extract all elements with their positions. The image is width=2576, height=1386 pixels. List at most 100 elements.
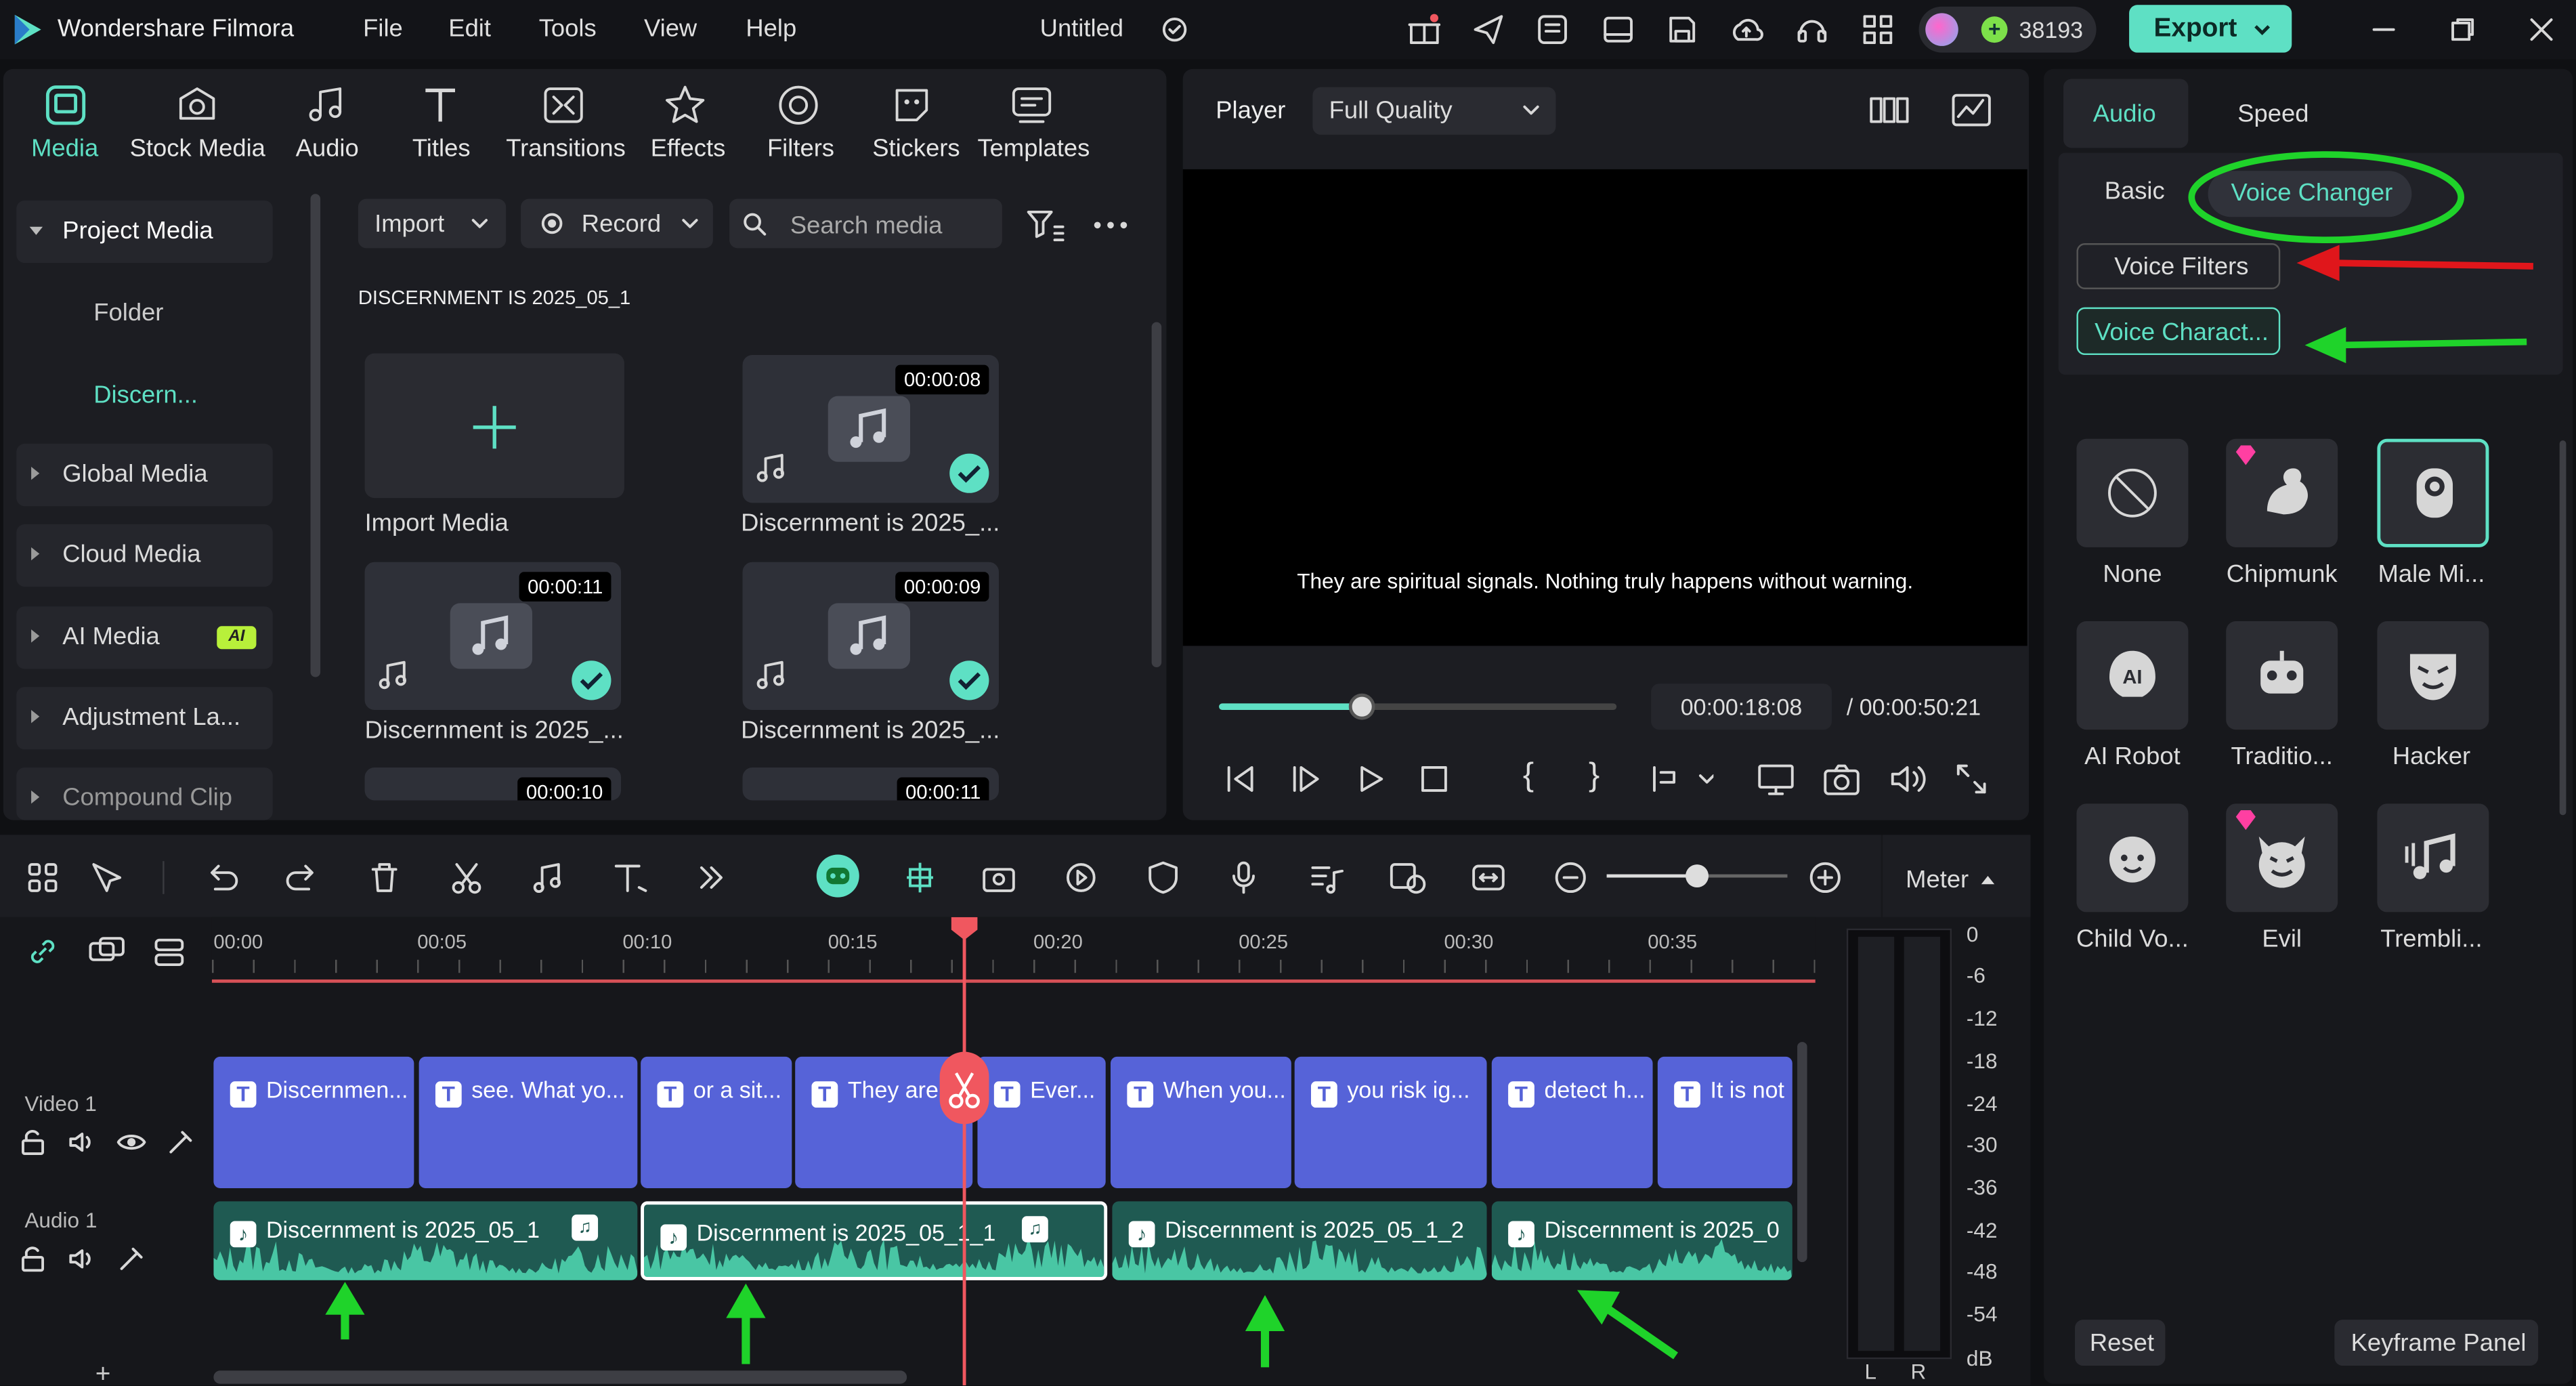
menu-help[interactable]: Help: [746, 15, 796, 43]
track-effect-icon[interactable]: [166, 1127, 196, 1157]
minimize-icon[interactable]: [2369, 15, 2399, 45]
templates-icon[interactable]: [1009, 82, 1055, 128]
next-frame-icon[interactable]: [1288, 763, 1324, 796]
tab-stock-media[interactable]: Stock Media: [130, 135, 265, 163]
playhead-split-scissors-icon[interactable]: [939, 1051, 989, 1125]
audio-edit-icon[interactable]: [529, 860, 565, 896]
track-effect-icon[interactable]: [116, 1244, 146, 1274]
sidebar-item-project-media[interactable]: Project Media: [16, 200, 273, 264]
menu-tools[interactable]: Tools: [539, 15, 597, 43]
meter-header[interactable]: Meter: [1883, 835, 2031, 917]
voice-ai-robot[interactable]: AI: [2076, 621, 2189, 730]
mute-icon[interactable]: [67, 1127, 97, 1157]
send-icon[interactable]: [1470, 12, 1506, 47]
close-icon[interactable]: [2527, 15, 2556, 45]
layout-grid-icon[interactable]: [24, 860, 60, 896]
sidebar-item-cloud-media[interactable]: Cloud Media: [16, 524, 273, 587]
mute-icon[interactable]: [67, 1244, 97, 1274]
subtab-basic[interactable]: Basic: [2105, 177, 2165, 205]
mark-out-icon[interactable]: }: [1589, 757, 1600, 795]
fit-width-icon[interactable]: [1470, 860, 1506, 896]
zoom-slider[interactable]: [1606, 864, 1788, 888]
credits-pill[interactable]: + 38193: [1918, 6, 2097, 53]
more-tools-icon[interactable]: [693, 860, 729, 896]
voice-traditional-robot[interactable]: [2226, 621, 2338, 730]
headset-icon[interactable]: [1794, 12, 1830, 47]
insert-icon[interactable]: [1648, 763, 1714, 796]
audio-icon[interactable]: [304, 82, 350, 128]
waveform-monitor-icon[interactable]: [1950, 92, 1993, 128]
subtab-voice-changer[interactable]: Voice Changer: [2208, 171, 2412, 217]
apps-grid-icon[interactable]: [1860, 12, 1895, 47]
media-item[interactable]: 00:00:09: [742, 562, 1000, 711]
delete-icon[interactable]: [366, 860, 402, 896]
video-clip[interactable]: T When you...: [1110, 1056, 1291, 1188]
notes-icon[interactable]: [1534, 12, 1570, 47]
tab-filters[interactable]: Filters: [767, 135, 834, 163]
audio-clip[interactable]: ♪ Discernment is 2025_05_1_2: [1112, 1201, 1487, 1280]
auto-highlight-icon[interactable]: [1388, 860, 1427, 896]
transitions-icon[interactable]: [540, 82, 586, 128]
prev-frame-icon[interactable]: [1222, 763, 1258, 796]
track-manager-icon[interactable]: [151, 933, 187, 969]
video-clip[interactable]: Tsee. What yo...: [418, 1056, 638, 1188]
media-item[interactable]: 00:00:11: [742, 767, 1000, 801]
quality-select[interactable]: Full Quality: [1312, 87, 1556, 135]
sidebar-item-discernment[interactable]: Discern...: [93, 381, 198, 409]
lock-icon[interactable]: [18, 1244, 48, 1274]
zoom-out-icon[interactable]: [1553, 860, 1589, 896]
tab-audio[interactable]: Audio: [2063, 79, 2189, 148]
menu-file[interactable]: File: [363, 15, 403, 43]
import-button[interactable]: Import: [358, 198, 507, 249]
lock-icon[interactable]: [18, 1127, 48, 1157]
filter-sort-icon[interactable]: [1025, 207, 1065, 243]
cloud-upload-icon[interactable]: [1728, 12, 1764, 47]
display-icon[interactable]: [1756, 761, 1795, 797]
tab-media[interactable]: Media: [31, 135, 98, 163]
menu-edit[interactable]: Edit: [448, 15, 491, 43]
gift-icon[interactable]: [1407, 12, 1442, 47]
audio-clip[interactable]: ♪ Discernment is 2025_0: [1491, 1201, 1793, 1280]
speed-ramp-icon[interactable]: [1063, 860, 1099, 896]
tab-stickers[interactable]: Stickers: [872, 135, 960, 163]
select-pointer-icon[interactable]: [89, 860, 128, 896]
tab-effects[interactable]: Effects: [651, 135, 726, 163]
snap-icon[interactable]: [900, 860, 939, 896]
video-clip[interactable]: Tyou risk ig...: [1294, 1056, 1487, 1188]
undo-icon[interactable]: [204, 860, 240, 896]
fullscreen-icon[interactable]: [1954, 761, 1990, 797]
camera-add-icon[interactable]: [981, 860, 1020, 896]
voice-child[interactable]: [2076, 803, 2189, 912]
stock-media-icon[interactable]: [174, 82, 220, 128]
progress-handle[interactable]: [1349, 693, 1375, 720]
subtitle-music-icon[interactable]: [1308, 860, 1347, 896]
media-item[interactable]: 00:00:10: [364, 767, 622, 801]
stickers-icon[interactable]: [888, 82, 935, 128]
search-input[interactable]: Search media: [729, 198, 1002, 249]
add-track-icon[interactable]: [87, 933, 127, 969]
audio-clip[interactable]: ♪ Discernment is 2025_05_1 ♫: [213, 1201, 638, 1280]
ai-assistant-icon[interactable]: [816, 854, 859, 898]
zoom-in-icon[interactable]: [1807, 860, 1843, 896]
voice-chipmunk[interactable]: [2226, 438, 2338, 547]
voice-male-minion[interactable]: [2377, 438, 2489, 547]
import-media-tile[interactable]: [364, 353, 624, 499]
redo-icon[interactable]: [284, 860, 320, 896]
link-icon[interactable]: [24, 933, 60, 969]
eye-icon[interactable]: [116, 1127, 146, 1157]
shield-mask-icon[interactable]: [1145, 860, 1181, 896]
tab-titles[interactable]: Titles: [412, 135, 471, 163]
video-clip[interactable]: T It is not: [1657, 1056, 1793, 1188]
split-scissors-icon[interactable]: [448, 860, 484, 896]
sidebar-item-ai-media[interactable]: AI Media AI: [16, 606, 273, 669]
keyframe-panel-button[interactable]: Keyframe Panel: [2334, 1320, 2539, 1366]
sidebar-item-folder[interactable]: Folder: [93, 299, 163, 327]
tab-speed[interactable]: Speed: [2237, 100, 2309, 128]
menu-view[interactable]: View: [644, 15, 697, 43]
voice-hacker[interactable]: [2377, 621, 2489, 730]
stop-icon[interactable]: [1416, 763, 1452, 796]
right-panel-scrollbar[interactable]: [2559, 440, 2567, 816]
sidebar-scrollbar[interactable]: [310, 194, 321, 677]
media-item[interactable]: 00:00:08: [742, 355, 1000, 503]
save-icon[interactable]: [1665, 12, 1700, 47]
